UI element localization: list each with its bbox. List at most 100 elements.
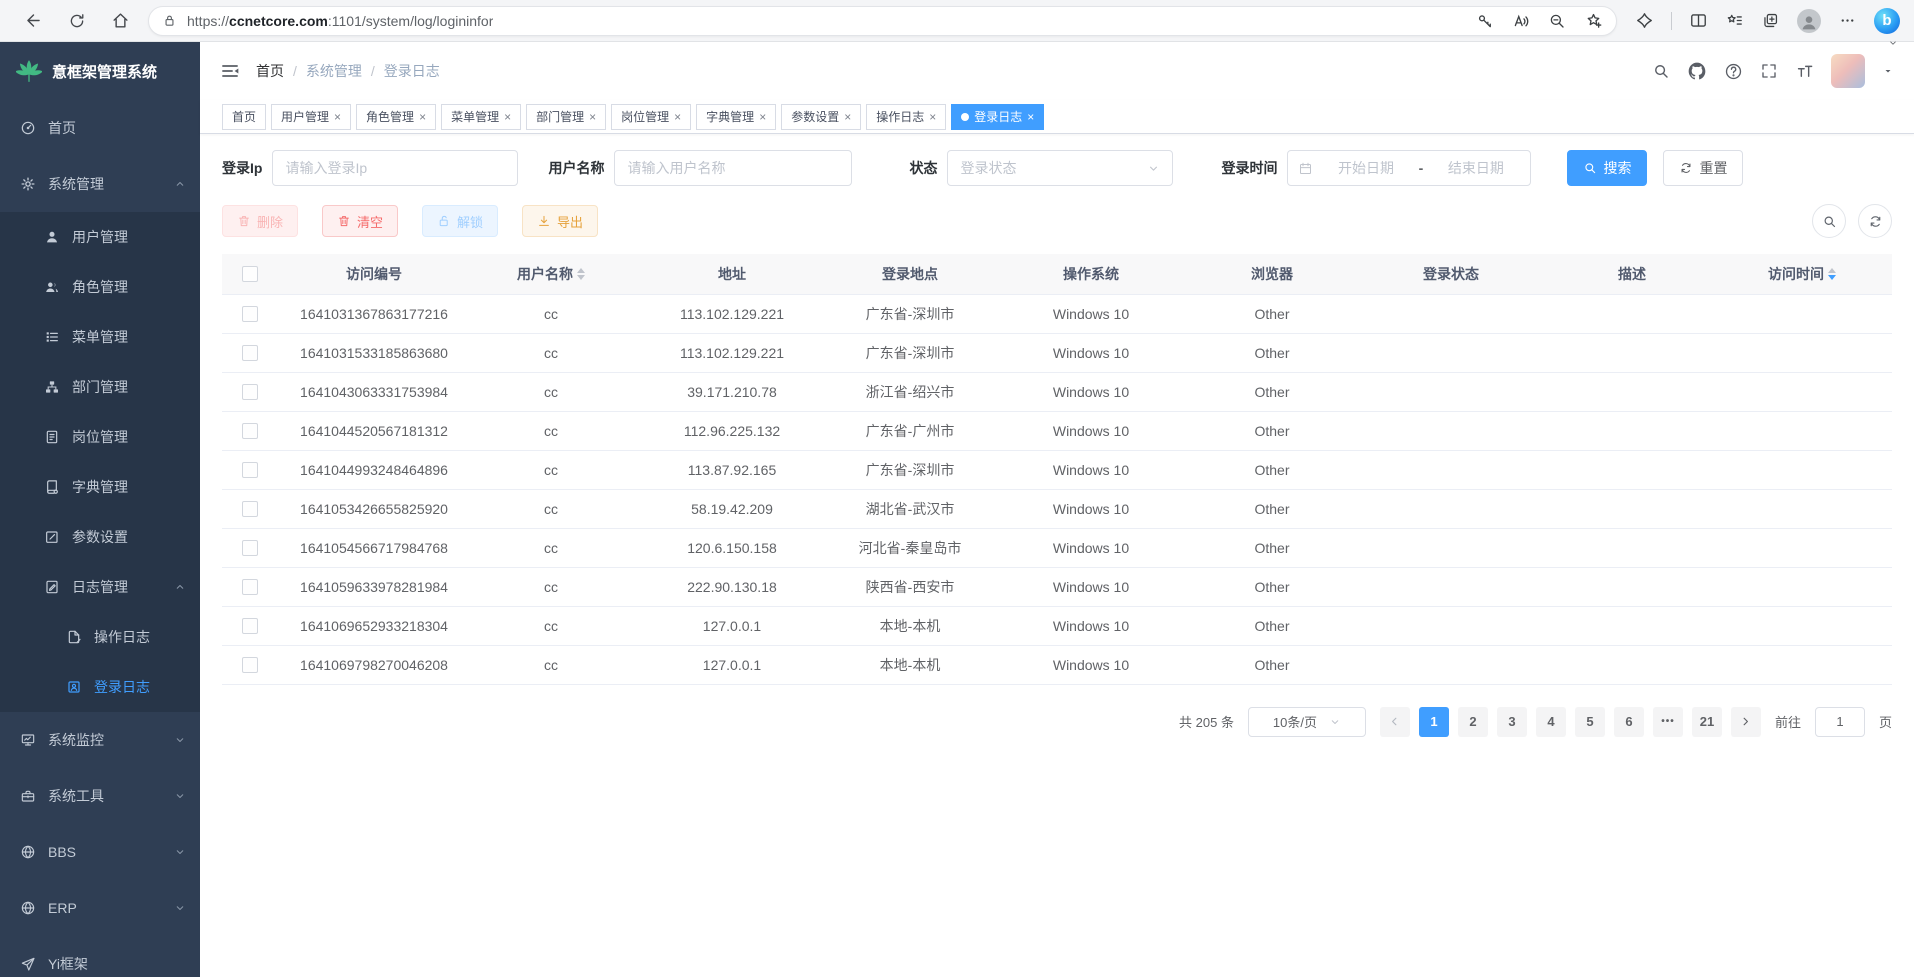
home-icon[interactable] — [111, 11, 130, 30]
favorites-icon[interactable] — [1725, 11, 1744, 30]
close-icon[interactable]: × — [504, 111, 511, 123]
col-location[interactable]: 登录地点 — [832, 254, 988, 294]
sidebar-item-monitoring[interactable]: 系统监控 — [0, 712, 200, 768]
row-checkbox[interactable] — [242, 345, 258, 361]
browser-profile-avatar[interactable] — [1797, 9, 1821, 33]
page-button-1[interactable]: 1 — [1419, 707, 1449, 737]
close-icon[interactable]: × — [589, 111, 596, 123]
sidebar-item-dictionary[interactable]: 字典管理 — [0, 462, 200, 512]
reset-button[interactable]: 重置 — [1663, 150, 1743, 186]
row-checkbox[interactable] — [242, 501, 258, 517]
caret-down-icon[interactable] — [1882, 65, 1894, 77]
col-browser[interactable]: 浏览器 — [1194, 254, 1350, 294]
end-date-placeholder[interactable]: 结束日期 — [1431, 158, 1520, 178]
table-row[interactable]: 1641031533185863680cc113.102.129.221广东省-… — [222, 333, 1892, 372]
sidebar-item-log-mgmt[interactable]: 日志管理 — [0, 562, 200, 612]
sidebar-item-system-mgmt[interactable]: 系统管理 — [0, 156, 200, 212]
collections-icon[interactable] — [1761, 11, 1780, 30]
search-icon[interactable] — [1652, 62, 1670, 80]
show-search-toggle-button[interactable] — [1812, 204, 1846, 238]
favorite-add-icon[interactable] — [1584, 11, 1603, 30]
login-ip-input[interactable] — [272, 150, 518, 186]
start-date-placeholder[interactable]: 开始日期 — [1321, 158, 1410, 178]
close-icon[interactable]: × — [759, 111, 766, 123]
col-description[interactable]: 描述 — [1552, 254, 1712, 294]
page-button-5[interactable]: 5 — [1575, 707, 1605, 737]
sidebar-item-erp[interactable]: ERP — [0, 880, 200, 936]
delete-button[interactable]: 删除 — [222, 205, 298, 237]
font-size-icon[interactable] — [1795, 62, 1814, 81]
sidebar-item-yi-framework[interactable]: Yi框架 — [0, 936, 200, 977]
lock-icon[interactable] — [162, 13, 177, 28]
status-select[interactable]: 登录状态 — [947, 150, 1173, 186]
row-checkbox[interactable] — [242, 306, 258, 322]
table-row[interactable]: 1641069798270046208cc127.0.0.1本地-本机Windo… — [222, 645, 1892, 684]
breadcrumb-home[interactable]: 首页 — [256, 61, 284, 81]
col-visit-time[interactable]: 访问时间 — [1712, 254, 1892, 294]
close-icon[interactable]: × — [419, 111, 426, 123]
unlock-button[interactable]: 解锁 — [422, 205, 498, 237]
table-row[interactable]: 1641054566717984768cc120.6.150.158河北省-秦皇… — [222, 528, 1892, 567]
page-button-3[interactable]: 3 — [1497, 707, 1527, 737]
date-range-picker[interactable]: 开始日期 - 结束日期 — [1287, 150, 1531, 186]
sidebar-item-home[interactable]: 首页 — [0, 100, 200, 156]
breadcrumb-system[interactable]: 系统管理 — [306, 61, 362, 81]
close-icon[interactable]: × — [844, 111, 851, 123]
tab-login-log[interactable]: 登录日志× — [951, 104, 1044, 130]
row-checkbox[interactable] — [242, 462, 258, 478]
tab-dict-mgmt[interactable]: 字典管理× — [696, 104, 776, 130]
table-row[interactable]: 1641059633978281984cc222.90.130.18陕西省-西安… — [222, 567, 1892, 606]
page-button-6[interactable]: 6 — [1614, 707, 1644, 737]
help-icon[interactable] — [1724, 62, 1743, 81]
page-button-2[interactable]: 2 — [1458, 707, 1488, 737]
table-row[interactable]: 1641053426655825920cc58.19.42.209湖北省-武汉市… — [222, 489, 1892, 528]
sidebar-caret-icon[interactable] — [1888, 38, 1898, 48]
sidebar-item-menus[interactable]: 菜单管理 — [0, 312, 200, 362]
col-os[interactable]: 操作系统 — [988, 254, 1194, 294]
password-key-icon[interactable] — [1476, 12, 1494, 30]
copilot-bing-icon[interactable]: b — [1874, 8, 1900, 34]
export-button[interactable]: 导出 — [522, 205, 598, 237]
row-checkbox[interactable] — [242, 423, 258, 439]
sidebar-item-tools[interactable]: 系统工具 — [0, 768, 200, 824]
col-address[interactable]: 地址 — [632, 254, 832, 294]
sidebar-item-parameters[interactable]: 参数设置 — [0, 512, 200, 562]
tab-dept-mgmt[interactable]: 部门管理× — [526, 104, 606, 130]
refresh-table-button[interactable] — [1858, 204, 1892, 238]
fullscreen-icon[interactable] — [1760, 62, 1778, 80]
tab-post-mgmt[interactable]: 岗位管理× — [611, 104, 691, 130]
page-button-last[interactable]: 21 — [1692, 707, 1722, 737]
col-user-name[interactable]: 用户名称 — [470, 254, 632, 294]
page-button-4[interactable]: 4 — [1536, 707, 1566, 737]
read-aloud-icon[interactable] — [1512, 12, 1530, 30]
row-checkbox[interactable] — [242, 579, 258, 595]
zoom-out-icon[interactable] — [1548, 12, 1566, 30]
sidebar-collapse-icon[interactable] — [220, 61, 240, 81]
back-icon[interactable] — [24, 11, 43, 30]
sidebar-item-users[interactable]: 用户管理 — [0, 212, 200, 262]
extensions-icon[interactable] — [1635, 11, 1654, 30]
row-checkbox[interactable] — [242, 384, 258, 400]
close-icon[interactable]: × — [674, 111, 681, 123]
more-pages-button[interactable]: ••• — [1653, 707, 1683, 737]
sidebar-item-operation-log[interactable]: 操作日志 — [0, 612, 200, 662]
row-checkbox[interactable] — [242, 540, 258, 556]
close-icon[interactable]: × — [334, 111, 341, 123]
tab-user-mgmt[interactable]: 用户管理× — [271, 104, 351, 130]
sidebar-item-roles[interactable]: 角色管理 — [0, 262, 200, 312]
close-icon[interactable]: × — [1027, 111, 1034, 123]
page-size-select[interactable]: 10条/页 — [1248, 707, 1366, 737]
tab-home[interactable]: 首页 — [222, 104, 266, 130]
row-checkbox[interactable] — [242, 618, 258, 634]
tab-param-settings[interactable]: 参数设置× — [781, 104, 861, 130]
table-row[interactable]: 1641044993248464896cc113.87.92.165广东省-深圳… — [222, 450, 1892, 489]
github-icon[interactable] — [1687, 61, 1707, 81]
goto-page-input[interactable] — [1815, 707, 1865, 737]
user-name-input[interactable] — [614, 150, 852, 186]
split-screen-icon[interactable] — [1689, 11, 1708, 30]
sidebar-item-departments[interactable]: 部门管理 — [0, 362, 200, 412]
tab-menu-mgmt[interactable]: 菜单管理× — [441, 104, 521, 130]
tab-role-mgmt[interactable]: 角色管理× — [356, 104, 436, 130]
reload-icon[interactable] — [68, 12, 86, 30]
sort-carets-icon[interactable] — [577, 264, 585, 284]
